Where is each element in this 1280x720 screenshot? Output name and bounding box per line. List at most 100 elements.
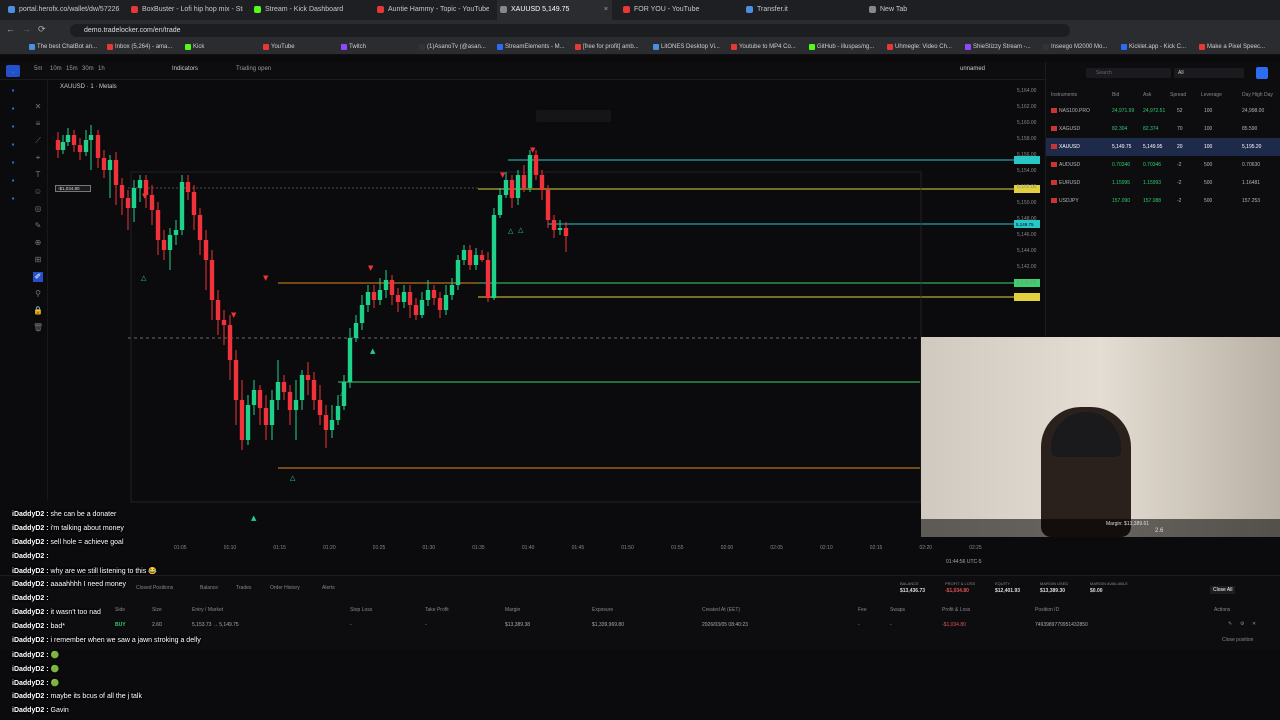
browser-tab[interactable]: XAUUSD 5,149.75 ×: [497, 0, 612, 20]
timeframe-button[interactable]: 15m: [66, 66, 78, 72]
timeframe-button[interactable]: 30m: [82, 66, 94, 72]
position-pnl-tag[interactable]: -$1,034.80: [55, 185, 91, 192]
url-field[interactable]: demo.tradelocker.com/en/trade: [70, 24, 1070, 37]
buy-marker-icon: △: [141, 274, 147, 282]
drawing-tool-icon[interactable]: T: [33, 170, 43, 180]
bookmark-item[interactable]: [free for profit] amb...: [574, 40, 656, 55]
watchlist-icon[interactable]: ▪: [8, 140, 18, 150]
instrument-row[interactable]: NAS100.PRO 24,971.99 24,972.51 52 100 24,998.…: [1046, 102, 1280, 120]
bookmark-item[interactable]: Inseego M2000 Mo...: [1042, 40, 1124, 55]
summary-label: MARGIN USED: [1040, 581, 1069, 586]
chat-username: iDaddyD2: [12, 652, 45, 659]
positions-tab[interactable]: Order History: [270, 585, 300, 591]
bookmark-item[interactable]: (1)AsanoTv (@asan...: [418, 40, 500, 55]
chat-username: iDaddyD2: [12, 581, 45, 588]
bookmark-item[interactable]: GitHub - illuspas/ng...: [808, 40, 890, 55]
drawing-tool-icon[interactable]: ✐: [33, 272, 43, 282]
position-action-icon[interactable]: ⚙: [1240, 621, 1244, 627]
instrument-row[interactable]: USDJPY 157.090 157.088 -2 500 157.253: [1046, 192, 1280, 210]
candle-body: [401, 292, 407, 302]
watchlist-icon[interactable]: ▪: [8, 86, 18, 96]
reload-icon[interactable]: ⟳: [38, 24, 46, 35]
instrument-row[interactable]: AUDUSD 0.70346 0.70346 -2 500 0.70630: [1046, 156, 1280, 174]
bookmark-item[interactable]: Inbox (5,264) - ama...: [106, 40, 188, 55]
candle-body: [305, 375, 311, 380]
chat-username: iDaddyD2: [12, 525, 45, 532]
bookmark-favicon-icon: [887, 44, 893, 50]
drawing-tool-icon[interactable]: ⚲: [33, 289, 43, 299]
bookmark-item[interactable]: ShieStizzy Stream -...: [964, 40, 1046, 55]
price-axis-label: 5,154.00: [1017, 168, 1037, 174]
bookmark-item[interactable]: Make a Pixel Speec...: [1198, 40, 1280, 55]
browser-tab[interactable]: New Tab: [866, 0, 981, 20]
drawing-tool-icon[interactable]: ⟋: [33, 136, 43, 146]
timeframe-button[interactable]: 1h: [98, 66, 105, 72]
bookmark-item[interactable]: StreamElements - M...: [496, 40, 578, 55]
drawing-tool-icon[interactable]: ✕: [33, 102, 43, 112]
browser-tab[interactable]: portal.herofx.co/wallet/dw/5722612: [5, 0, 120, 20]
indicators-button[interactable]: Indicators: [172, 66, 198, 72]
instrument-filter-select[interactable]: All: [1174, 68, 1244, 78]
timeframe-button[interactable]: 5m: [34, 66, 42, 72]
instrument-spread: 70: [1177, 126, 1183, 132]
watchlist-icon[interactable]: ▪: [8, 158, 18, 168]
bookmark-item[interactable]: The best ChatBot an...: [28, 40, 110, 55]
price-chart[interactable]: ▼▼▼▼▼▼△▲△△▲△ △5,149.75: [48, 80, 1040, 550]
bookmark-item[interactable]: Twitch: [340, 40, 422, 55]
browser-tab[interactable]: FOR YOU - YouTube: [620, 0, 735, 20]
chat-text: 🟢: [50, 680, 60, 687]
watchlist-icon[interactable]: ▪: [8, 194, 18, 204]
candle-body: [191, 192, 197, 215]
watchlist-icon[interactable]: ▪: [8, 176, 18, 186]
bookmark-item[interactable]: LitONES Desktop Vi...: [652, 40, 734, 55]
watchlist-icon[interactable]: ▪: [8, 68, 18, 78]
bookmark-item[interactable]: Youtube to MP4 Co...: [730, 40, 812, 55]
timeframe-button[interactable]: 10m: [50, 66, 62, 72]
drawing-tool-icon[interactable]: ⊕: [33, 238, 43, 248]
positions-tab[interactable]: Alerts: [322, 585, 335, 591]
browser-tab[interactable]: Transfer.it: [743, 0, 858, 20]
bookmark-item[interactable]: Kick: [184, 40, 266, 55]
drawing-tool-icon[interactable]: ☺: [33, 187, 43, 197]
summary-label: EQUITY: [995, 581, 1010, 586]
drawing-tool-icon[interactable]: ⊞: [33, 255, 43, 265]
bookmark-item[interactable]: Uhmegle: Video Ch...: [886, 40, 968, 55]
ticket-quantity[interactable]: 2.6: [1155, 528, 1163, 534]
instrument-row[interactable]: EURUSD 1.15995 1.15993 -2 500 1.16481: [1046, 174, 1280, 192]
forward-icon[interactable]: →: [22, 24, 31, 34]
add-instrument-button[interactable]: [1256, 67, 1268, 79]
drawing-tool-icon[interactable]: 🔒: [33, 306, 43, 316]
browser-tab[interactable]: BoxBuster - Lofi hip hop mix - Stre: [128, 0, 243, 20]
candle-body: [353, 323, 359, 338]
chat-message: iDaddyD2 : bad*: [12, 623, 65, 630]
candle-body: [125, 198, 131, 208]
position-action-icon[interactable]: ✕: [1252, 621, 1256, 627]
close-tab-icon[interactable]: ×: [604, 0, 608, 20]
instrument-search-input[interactable]: Search: [1086, 68, 1171, 78]
bookmark-item[interactable]: Kicklet.app - Kick C...: [1120, 40, 1202, 55]
bookmark-item[interactable]: YouTube: [262, 40, 344, 55]
drawing-tool-icon[interactable]: 🗑: [33, 323, 43, 333]
candle-body: [245, 405, 251, 440]
drawing-tool-icon[interactable]: ✎: [33, 221, 43, 231]
instrument-row[interactable]: XAUUSD 5,149.75 5,149.95 20 100 5,195.20: [1046, 138, 1280, 156]
back-icon[interactable]: ←: [6, 24, 15, 34]
layout-name-select[interactable]: unnamed: [960, 66, 985, 72]
instrument-row[interactable]: XAGUSD 82.304 82.374 70 100 85.590: [1046, 120, 1280, 138]
close-all-button[interactable]: Close All: [1210, 586, 1236, 594]
candle-body: [215, 300, 221, 320]
browser-tab[interactable]: Auntie Hammy - Topic - YouTube: [374, 0, 489, 20]
bookmark-label: Kicklet.app - Kick C...: [1129, 44, 1187, 50]
candle-body: [185, 182, 191, 192]
instrument-bid: 1.15995: [1112, 180, 1131, 186]
chat-username: iDaddyD2: [12, 666, 45, 673]
drawing-tool-icon[interactable]: ◎: [33, 204, 43, 214]
position-action-icon[interactable]: ✎: [1228, 621, 1232, 627]
browser-tab[interactable]: Stream - Kick Dashboard: [251, 0, 366, 20]
drawing-tool-icon[interactable]: ⌖: [33, 153, 43, 163]
summary-label: MARGIN AVAILABLE: [1090, 581, 1128, 586]
instrument-name: XAGUSD: [1059, 126, 1081, 132]
watchlist-icon[interactable]: ▪: [8, 104, 18, 114]
drawing-tool-icon[interactable]: ≡: [33, 119, 43, 129]
watchlist-icon[interactable]: ▪: [8, 122, 18, 132]
